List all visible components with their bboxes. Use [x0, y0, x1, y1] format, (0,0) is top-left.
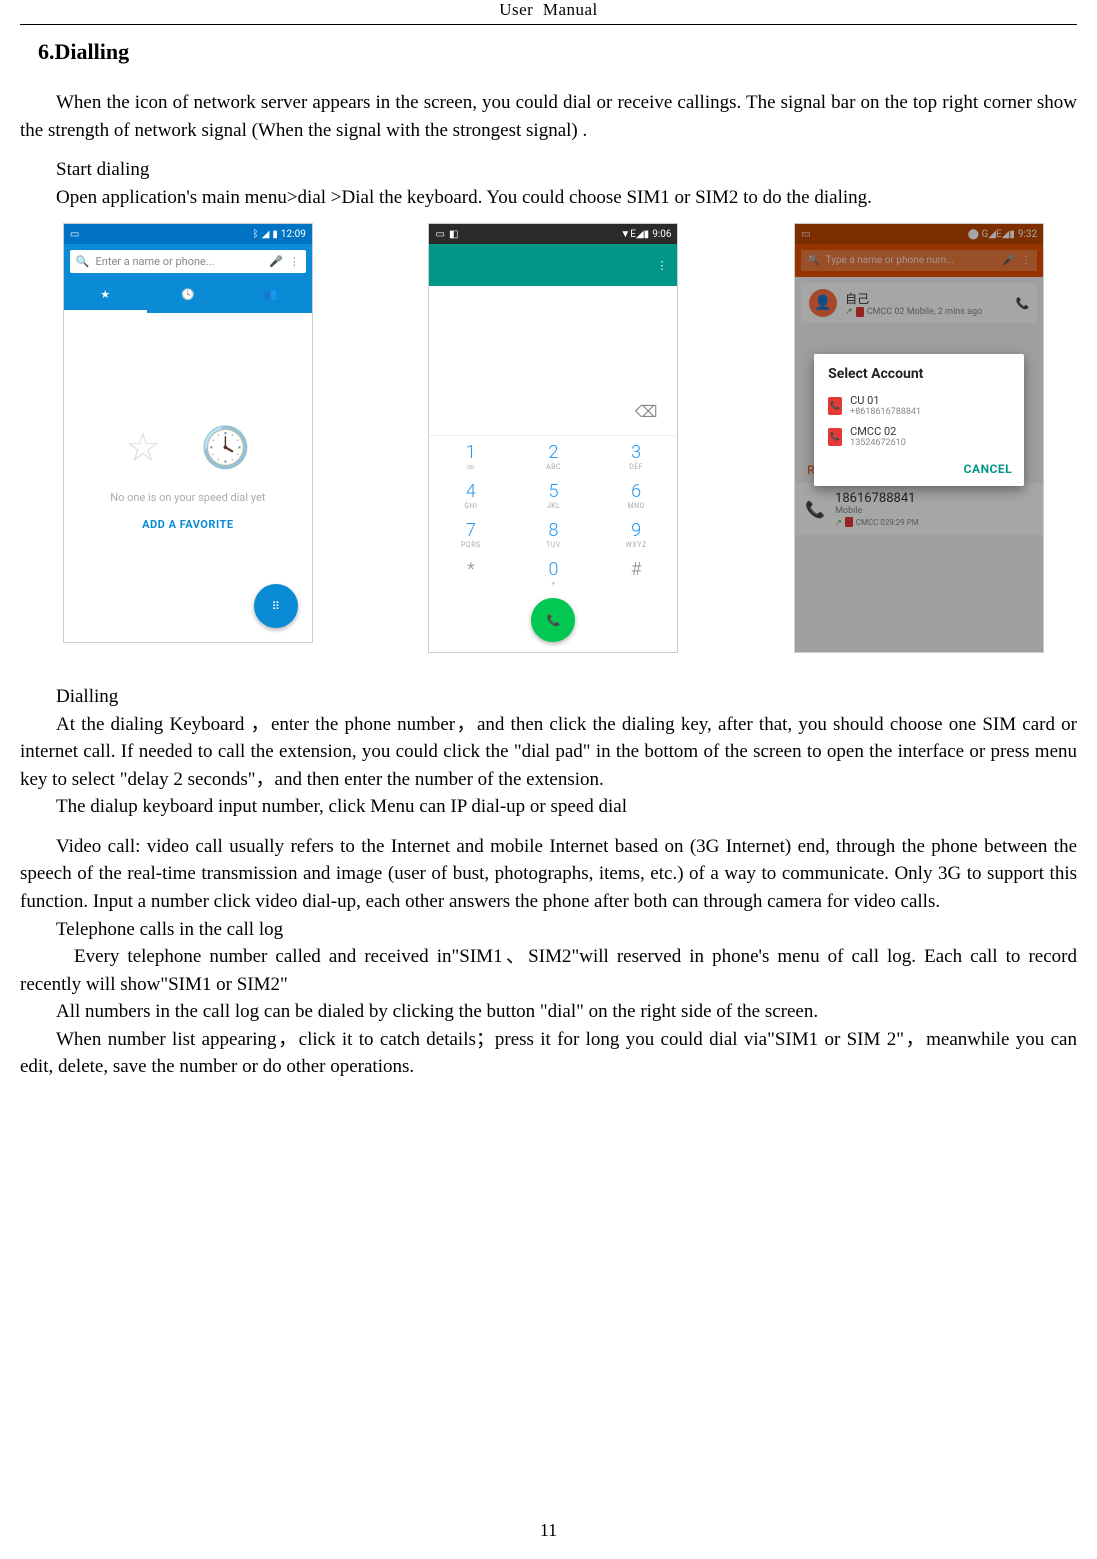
key-1[interactable]: 1∞	[429, 436, 512, 475]
paragraph-calllog-3: When number list appearing，click it to c…	[20, 1026, 1077, 1081]
clock-outline-icon: 🕓	[201, 424, 251, 471]
tab-contacts[interactable]: 👥	[229, 279, 312, 313]
key-8[interactable]: 8TUV	[512, 514, 595, 553]
start-dialing-label: Start dialing	[20, 156, 1077, 184]
page: UserManual 6.Dialling When the icon of n…	[0, 0, 1097, 1559]
number-display: ⌫	[429, 286, 677, 435]
tab-favorites[interactable]: ★	[64, 279, 147, 313]
paragraph-start-dialing: Open application's main menu>dial >Dial …	[20, 184, 1077, 212]
key-7[interactable]: 7PQRS	[429, 514, 512, 553]
paragraph-intro: When the icon of network server appears …	[20, 89, 1077, 144]
account-item-2[interactable]: 📞 CMCC 02 13524672610	[814, 421, 1024, 452]
screenshot-dialpad: ▭ ◧ ▼E◢▮ 9:06 ⋮ ⌫ 1∞ 2ABC 3DEF	[428, 223, 678, 653]
search-icon: 🔍	[76, 255, 90, 268]
star-icon: ★	[100, 288, 110, 301]
empty-text: No one is on your speed dial yet	[110, 491, 265, 504]
signal-icon: ◢	[262, 229, 270, 240]
paragraph-calllog-2: All numbers in the call log can be diale…	[20, 998, 1077, 1026]
search-input[interactable]: 🔍 Enter a name or phone... 🎤 ⋮	[70, 250, 306, 273]
dialpad-icon: ⠿	[272, 600, 280, 613]
header-part1: User	[499, 0, 533, 19]
add-favorite-button[interactable]: ADD A FAVORITE	[142, 518, 233, 531]
dialer-toolbar: ⋮	[429, 244, 677, 286]
account-name: CU 01	[850, 394, 921, 407]
dialpad-fab[interactable]: ⠿	[254, 584, 298, 628]
clock: 12:09	[281, 229, 306, 240]
search-placeholder: Enter a name or phone...	[96, 255, 264, 268]
bluetooth-icon: ᛒ	[253, 229, 259, 240]
mic-icon[interactable]: 🎤	[269, 255, 283, 268]
backspace-icon[interactable]: ⌫	[635, 402, 658, 421]
key-5[interactable]: 5JKL	[512, 475, 595, 514]
dialog-overlay: Select Account 📞 CU 01 +8618616788841 📞 …	[795, 224, 1043, 652]
call-fab[interactable]: 📞	[531, 598, 575, 642]
key-hash[interactable]: #	[595, 553, 678, 592]
key-4[interactable]: 4GHI	[429, 475, 512, 514]
tab-recent[interactable]: 🕓	[147, 279, 230, 313]
cancel-button[interactable]: CANCEL	[964, 462, 1012, 476]
status-bar: ▭ ᛒ ◢ ▮ 12:09	[64, 224, 312, 244]
key-9[interactable]: 9WXYZ	[595, 514, 678, 553]
header-part2: Manual	[533, 0, 597, 19]
account-item-1[interactable]: 📞 CU 01 +8618616788841	[814, 390, 1024, 421]
paragraph-video-call: Video call: video call usually refers to…	[20, 833, 1077, 916]
header: UserManual	[20, 0, 1077, 25]
phone-icon: 📞	[547, 614, 561, 627]
search-bar: 🔍 Enter a name or phone... 🎤 ⋮	[64, 244, 312, 279]
paragraph-dialling-2: The dialup keyboard input number, click …	[20, 793, 1077, 821]
screenshot-dialer-favorites: ▭ ᛒ ◢ ▮ 12:09 🔍 Enter a name or phone...…	[63, 223, 313, 643]
screenshot-select-account: ▭ ⬤ G◢E◢▮ 9:32 🔍 Type a name or phone nu…	[794, 223, 1044, 653]
sim-icon: 📞	[828, 397, 842, 415]
status-right: ▼E◢▮	[620, 229, 649, 240]
key-3[interactable]: 3DEF	[595, 436, 678, 475]
overflow-icon[interactable]: ⋮	[289, 255, 300, 268]
calllog-heading: Telephone calls in the call log	[20, 916, 1077, 944]
section-title: 6.Dialling	[38, 39, 1077, 65]
tabs: ★ 🕓 👥	[64, 279, 312, 313]
page-number: 11	[0, 1520, 1097, 1541]
clock: 9:06	[652, 229, 671, 240]
sim-icon: 📞	[828, 428, 842, 446]
notification-icon: ▭	[70, 229, 79, 240]
star-outline-icon: ☆	[125, 424, 161, 471]
notification-icon: ▭	[435, 229, 444, 240]
account-number: +8618616788841	[850, 407, 921, 417]
overflow-icon[interactable]: ⋮	[656, 259, 667, 272]
key-6[interactable]: 6MNO	[595, 475, 678, 514]
key-2[interactable]: 2ABC	[512, 436, 595, 475]
screenshots-row: ▭ ᛒ ◢ ▮ 12:09 🔍 Enter a name or phone...…	[30, 223, 1077, 653]
select-account-dialog: Select Account 📞 CU 01 +8618616788841 📞 …	[814, 354, 1024, 486]
dialpad: 1∞ 2ABC 3DEF 4GHI 5JKL 6MNO 7PQRS 8TUV 9…	[429, 435, 677, 652]
account-number: 13524672610	[850, 438, 906, 448]
key-0[interactable]: 0+	[512, 553, 595, 592]
key-star[interactable]: *	[429, 553, 512, 592]
dialog-title: Select Account	[814, 354, 1024, 390]
paragraph-calllog-1: Every telephone number called and receiv…	[20, 943, 1077, 998]
people-icon: 👥	[264, 288, 278, 301]
dialling-heading: Dialling	[20, 683, 1077, 711]
paragraph-dialling-1: At the dialing Keyboard ，enter the phone…	[20, 711, 1077, 794]
battery-icon: ▮	[272, 229, 278, 240]
status-bar: ▭ ◧ ▼E◢▮ 9:06	[429, 224, 677, 244]
clock-icon: 🕓	[181, 288, 195, 301]
notification-icon: ◧	[449, 229, 458, 240]
account-name: CMCC 02	[850, 425, 906, 438]
